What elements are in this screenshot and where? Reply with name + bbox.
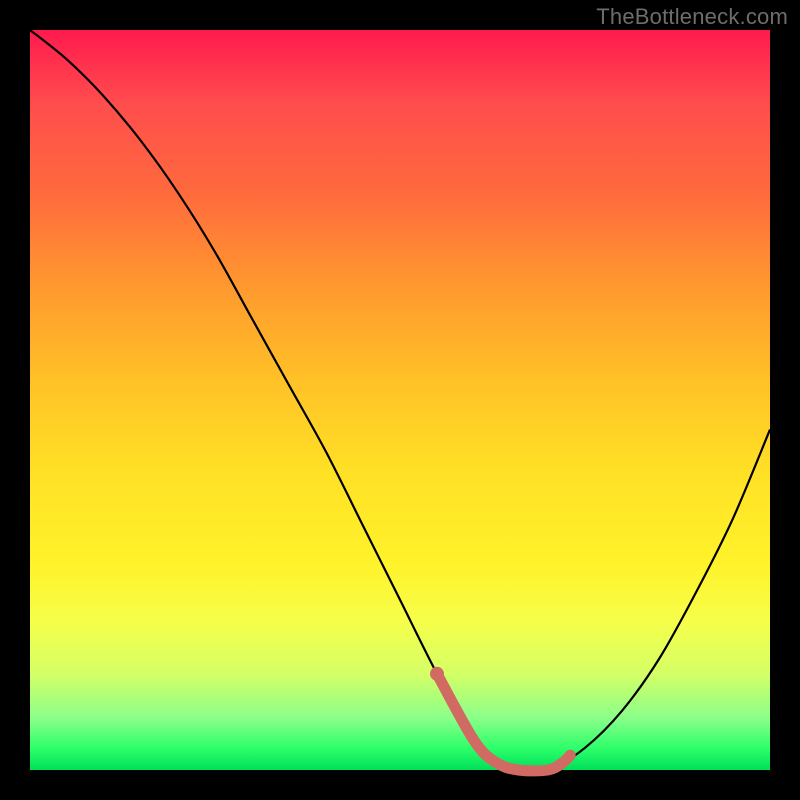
watermark-text: TheBottleneck.com (596, 4, 788, 30)
highlight-segment-path (437, 674, 570, 771)
highlight-dot (430, 667, 444, 681)
curve-svg (30, 30, 770, 770)
plot-area (30, 30, 770, 770)
bottleneck-curve-path (30, 30, 770, 772)
chart-frame: TheBottleneck.com (0, 0, 800, 800)
